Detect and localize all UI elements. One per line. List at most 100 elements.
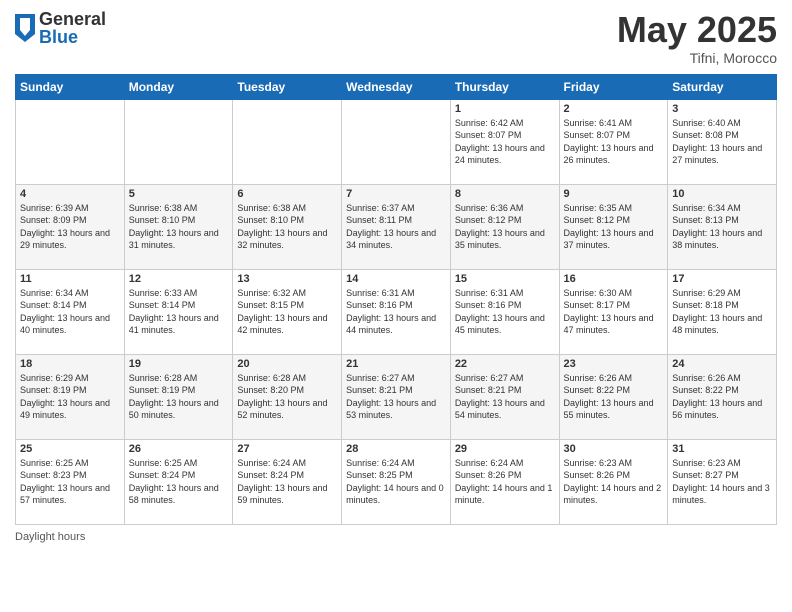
daylight-label: Daylight hours <box>15 531 85 543</box>
day-number: 19 <box>129 358 229 370</box>
title-block: May 2025 Tifni, Morocco <box>617 10 777 66</box>
col-wednesday: Wednesday <box>342 74 451 99</box>
col-thursday: Thursday <box>450 74 559 99</box>
calendar-location: Tifni, Morocco <box>617 50 777 66</box>
cell-3-4: 22Sunrise: 6:27 AMSunset: 8:21 PMDayligh… <box>450 354 559 439</box>
day-info: Sunrise: 6:30 AMSunset: 8:17 PMDaylight:… <box>564 287 664 337</box>
cell-1-6: 10 Sunrise: 6:34 AMSunset: 8:13 PMDayligh… <box>668 184 777 269</box>
day-info: Sunrise: 6:23 AMSunset: 8:26 PMDaylight:… <box>564 457 664 507</box>
day-info: Sunrise: 6:35 AMSunset: 8:12 PMDaylight:… <box>564 202 664 252</box>
day-info: Sunrise: 6:28 AMSunset: 8:19 PMDaylight:… <box>129 372 229 422</box>
day-number: 21 <box>346 358 446 370</box>
cell-2-0: 11 Sunrise: 6:34 AMSunset: 8:14 PMDayligh… <box>16 269 125 354</box>
cell-3-3: 21Sunrise: 6:27 AMSunset: 8:21 PMDayligh… <box>342 354 451 439</box>
week-row-5: 25 Sunrise: 6:25 AMSunset: 8:23 PMDayligh… <box>16 439 777 524</box>
calendar-table: Sunday Monday Tuesday Wednesday Thursday… <box>15 74 777 525</box>
day-number: 10 <box>672 188 772 200</box>
cell-2-3: 14 Sunrise: 6:31 AMSunset: 8:16 PMDayligh… <box>342 269 451 354</box>
day-number: 5 <box>129 188 229 200</box>
day-number: 4 <box>20 188 120 200</box>
day-info: Sunrise: 6:31 AMSunset: 8:16 PMDaylight:… <box>455 287 555 337</box>
day-info: Sunrise: 6:23 AMSunset: 8:27 PMDaylight:… <box>672 457 772 507</box>
cell-3-2: 20 Sunrise: 6:28 AMSunset: 8:20 PMDayligh… <box>233 354 342 439</box>
cell-1-2: 6 Sunrise: 6:38 AMSunset: 8:10 PMDaylight… <box>233 184 342 269</box>
cell-0-4: 1Sunrise: 6:42 AMSunset: 8:07 PMDaylight… <box>450 99 559 184</box>
cell-0-6: 3 Sunrise: 6:40 AMSunset: 8:08 PMDaylight… <box>668 99 777 184</box>
day-number: 15 <box>455 273 555 285</box>
col-monday: Monday <box>124 74 233 99</box>
day-number: 18 <box>20 358 120 370</box>
week-row-2: 4 Sunrise: 6:39 AMSunset: 8:09 PMDaylight… <box>16 184 777 269</box>
cell-0-1 <box>124 99 233 184</box>
day-number: 25 <box>20 443 120 455</box>
footer: Daylight hours <box>15 531 777 543</box>
cell-2-4: 15 Sunrise: 6:31 AMSunset: 8:16 PMDayligh… <box>450 269 559 354</box>
day-info: Sunrise: 6:40 AMSunset: 8:08 PMDaylight:… <box>672 117 772 167</box>
cell-0-3 <box>342 99 451 184</box>
cell-4-4: 29Sunrise: 6:24 AMSunset: 8:26 PMDayligh… <box>450 439 559 524</box>
logo-text: General Blue <box>39 10 106 46</box>
day-info: Sunrise: 6:29 AMSunset: 8:18 PMDaylight:… <box>672 287 772 337</box>
day-number: 7 <box>346 188 446 200</box>
day-number: 12 <box>129 273 229 285</box>
day-info: Sunrise: 6:34 AMSunset: 8:13 PMDaylight:… <box>672 202 772 252</box>
cell-4-2: 27 Sunrise: 6:24 AMSunset: 8:24 PMDayligh… <box>233 439 342 524</box>
calendar-header-row: Sunday Monday Tuesday Wednesday Thursday… <box>16 74 777 99</box>
cell-3-0: 18 Sunrise: 6:29 AMSunset: 8:19 PMDayligh… <box>16 354 125 439</box>
day-info: Sunrise: 6:38 AMSunset: 8:10 PMDaylight:… <box>237 202 337 252</box>
col-friday: Friday <box>559 74 668 99</box>
cell-2-1: 12 Sunrise: 6:33 AMSunset: 8:14 PMDayligh… <box>124 269 233 354</box>
cell-1-3: 7Sunrise: 6:37 AMSunset: 8:11 PMDaylight… <box>342 184 451 269</box>
cell-0-0 <box>16 99 125 184</box>
day-info: Sunrise: 6:34 AMSunset: 8:14 PMDaylight:… <box>20 287 120 337</box>
cell-2-6: 17Sunrise: 6:29 AMSunset: 8:18 PMDayligh… <box>668 269 777 354</box>
page: General Blue May 2025 Tifni, Morocco Sun… <box>0 0 792 612</box>
day-number: 27 <box>237 443 337 455</box>
cell-2-2: 13 Sunrise: 6:32 AMSunset: 8:15 PMDayligh… <box>233 269 342 354</box>
logo-general-text: General <box>39 10 106 28</box>
day-number: 6 <box>237 188 337 200</box>
day-info: Sunrise: 6:28 AMSunset: 8:20 PMDaylight:… <box>237 372 337 422</box>
day-info: Sunrise: 6:41 AMSunset: 8:07 PMDaylight:… <box>564 117 664 167</box>
day-info: Sunrise: 6:26 AMSunset: 8:22 PMDaylight:… <box>672 372 772 422</box>
logo: General Blue <box>15 10 106 46</box>
cell-1-0: 4 Sunrise: 6:39 AMSunset: 8:09 PMDaylight… <box>16 184 125 269</box>
day-info: Sunrise: 6:32 AMSunset: 8:15 PMDaylight:… <box>237 287 337 337</box>
day-number: 11 <box>20 273 120 285</box>
day-number: 2 <box>564 103 664 115</box>
cell-4-6: 31 Sunrise: 6:23 AMSunset: 8:27 PMDayligh… <box>668 439 777 524</box>
cell-3-1: 19 Sunrise: 6:28 AMSunset: 8:19 PMDayligh… <box>124 354 233 439</box>
day-info: Sunrise: 6:33 AMSunset: 8:14 PMDaylight:… <box>129 287 229 337</box>
day-info: Sunrise: 6:24 AMSunset: 8:25 PMDaylight:… <box>346 457 446 507</box>
day-number: 14 <box>346 273 446 285</box>
day-number: 13 <box>237 273 337 285</box>
day-info: Sunrise: 6:29 AMSunset: 8:19 PMDaylight:… <box>20 372 120 422</box>
day-number: 28 <box>346 443 446 455</box>
day-info: Sunrise: 6:24 AMSunset: 8:24 PMDaylight:… <box>237 457 337 507</box>
day-info: Sunrise: 6:26 AMSunset: 8:22 PMDaylight:… <box>564 372 664 422</box>
calendar-title: May 2025 <box>617 10 777 50</box>
day-number: 23 <box>564 358 664 370</box>
cell-2-5: 16Sunrise: 6:30 AMSunset: 8:17 PMDayligh… <box>559 269 668 354</box>
day-info: Sunrise: 6:39 AMSunset: 8:09 PMDaylight:… <box>20 202 120 252</box>
cell-1-1: 5 Sunrise: 6:38 AMSunset: 8:10 PMDaylight… <box>124 184 233 269</box>
day-number: 31 <box>672 443 772 455</box>
cell-1-4: 8Sunrise: 6:36 AMSunset: 8:12 PMDaylight… <box>450 184 559 269</box>
cell-0-5: 2 Sunrise: 6:41 AMSunset: 8:07 PMDaylight… <box>559 99 668 184</box>
day-info: Sunrise: 6:36 AMSunset: 8:12 PMDaylight:… <box>455 202 555 252</box>
day-number: 29 <box>455 443 555 455</box>
logo-icon <box>15 14 35 42</box>
cell-3-5: 23 Sunrise: 6:26 AMSunset: 8:22 PMDayligh… <box>559 354 668 439</box>
day-info: Sunrise: 6:31 AMSunset: 8:16 PMDaylight:… <box>346 287 446 337</box>
cell-4-3: 28 Sunrise: 6:24 AMSunset: 8:25 PMDayligh… <box>342 439 451 524</box>
day-number: 20 <box>237 358 337 370</box>
cell-4-0: 25 Sunrise: 6:25 AMSunset: 8:23 PMDayligh… <box>16 439 125 524</box>
cell-4-5: 30Sunrise: 6:23 AMSunset: 8:26 PMDayligh… <box>559 439 668 524</box>
cell-3-6: 24Sunrise: 6:26 AMSunset: 8:22 PMDayligh… <box>668 354 777 439</box>
day-info: Sunrise: 6:25 AMSunset: 8:23 PMDaylight:… <box>20 457 120 507</box>
day-info: Sunrise: 6:38 AMSunset: 8:10 PMDaylight:… <box>129 202 229 252</box>
day-info: Sunrise: 6:42 AMSunset: 8:07 PMDaylight:… <box>455 117 555 167</box>
header: General Blue May 2025 Tifni, Morocco <box>15 10 777 66</box>
day-number: 3 <box>672 103 772 115</box>
day-number: 22 <box>455 358 555 370</box>
